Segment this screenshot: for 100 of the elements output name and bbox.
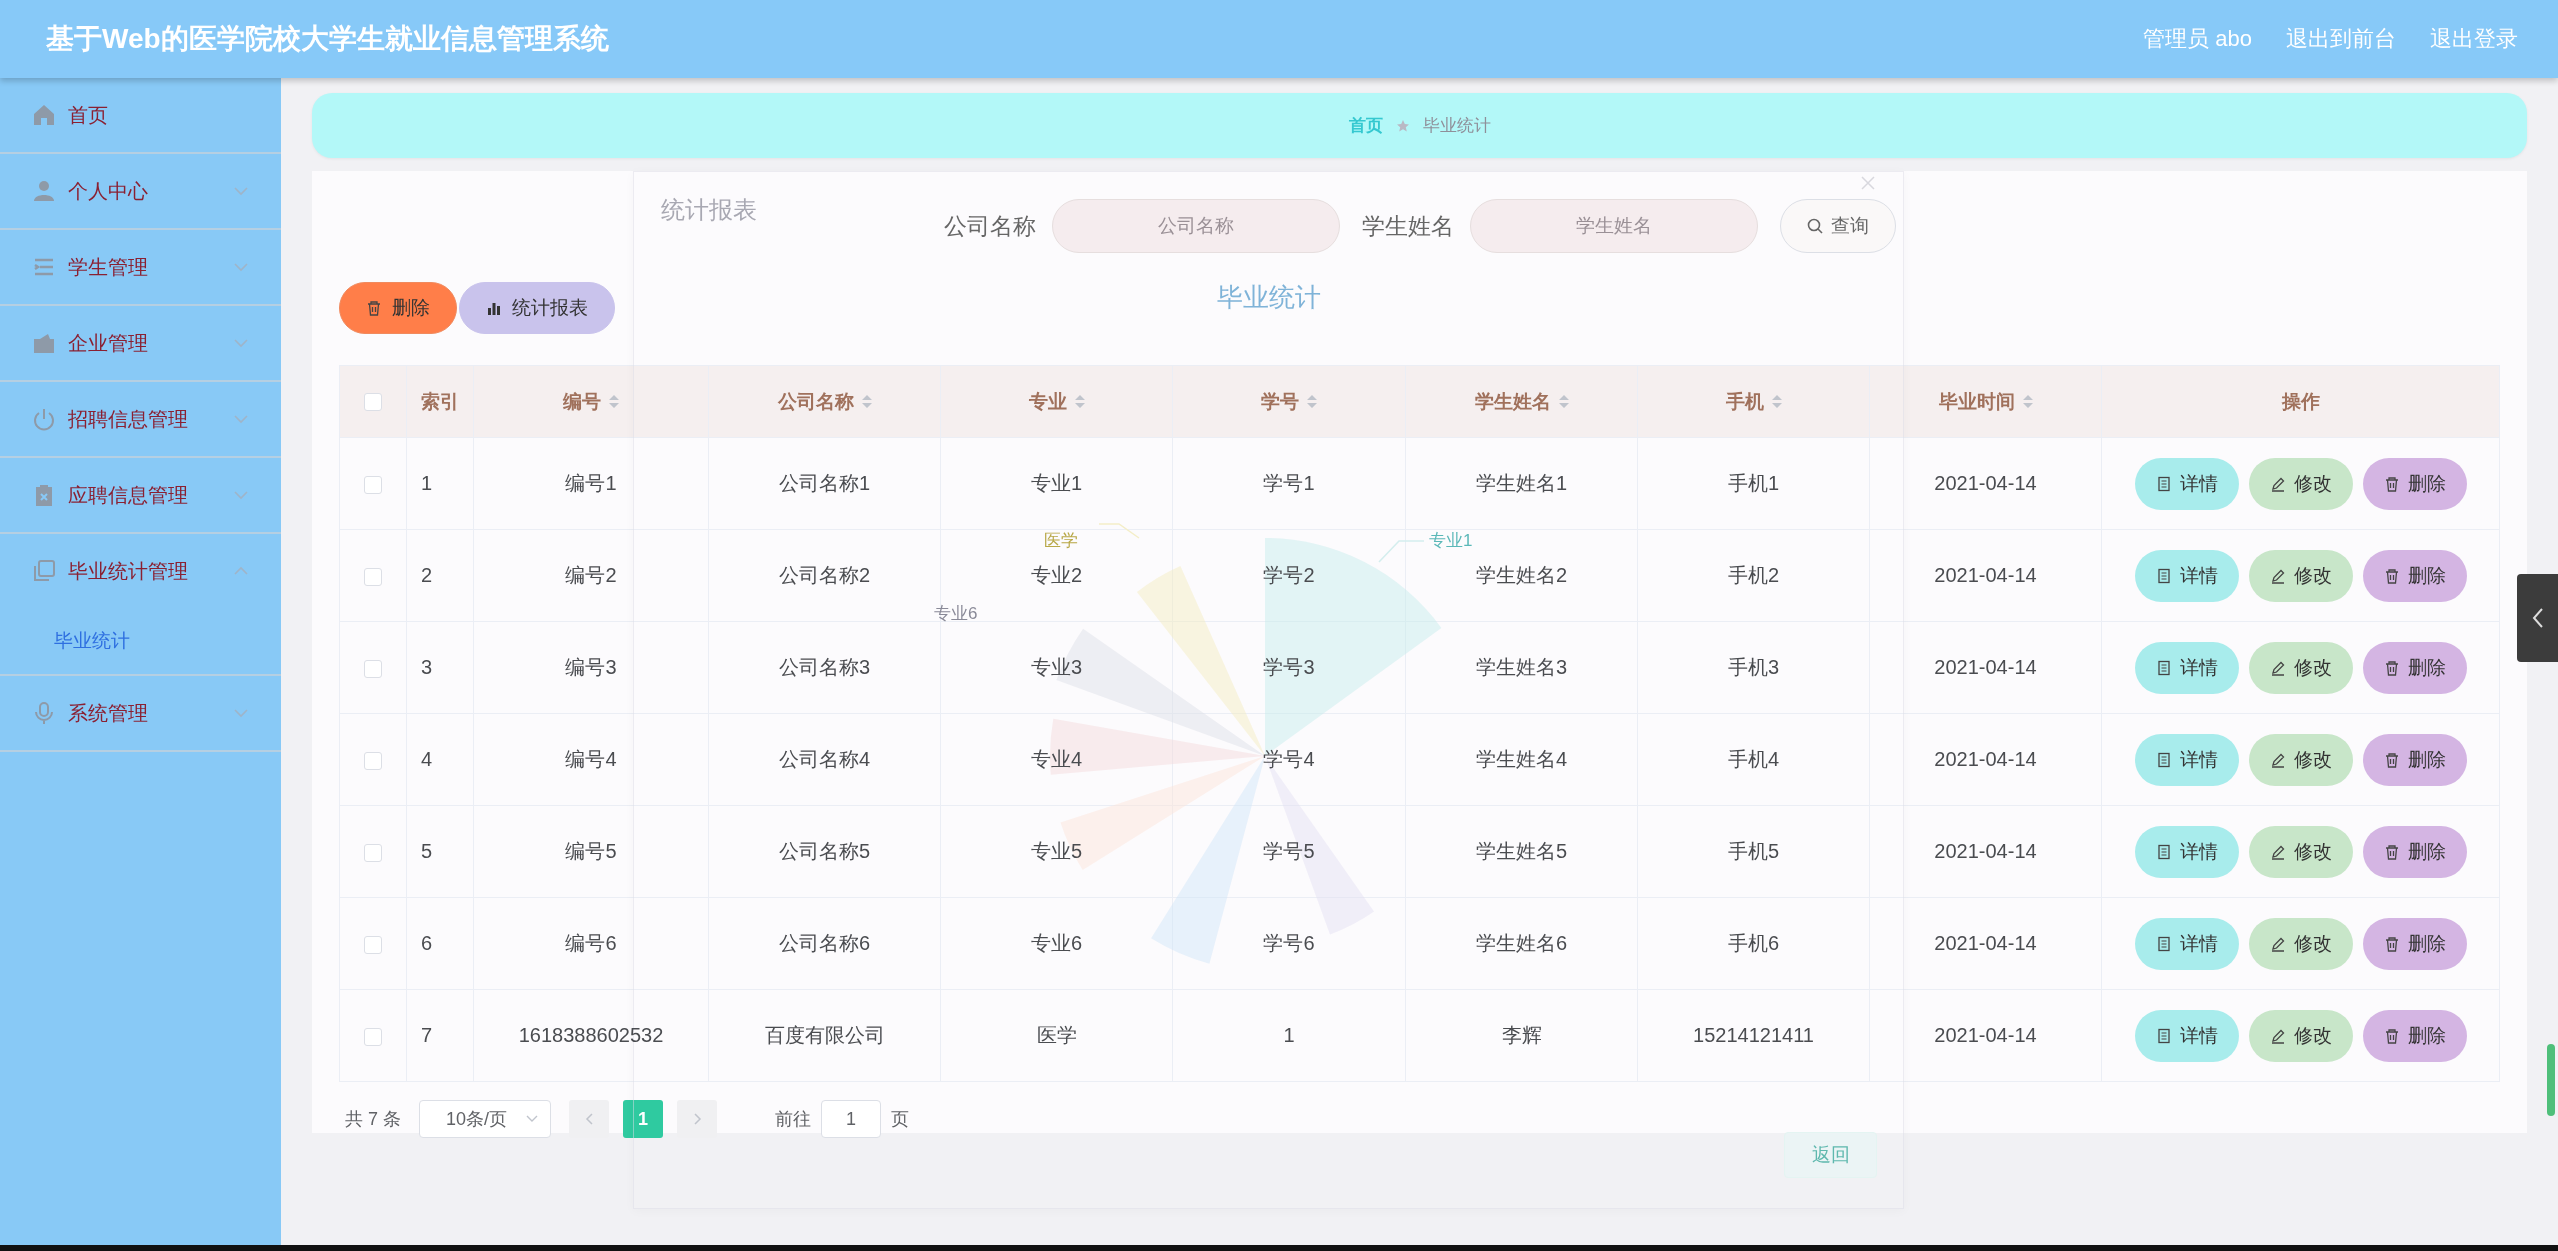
edit-button[interactable]: 修改 (2248, 457, 2353, 510)
report-button[interactable]: 统计报表 (459, 282, 615, 334)
details-button[interactable]: 详情 (2134, 457, 2239, 510)
trash-icon (366, 300, 382, 316)
sidebar-item[interactable]: 学生管理 (0, 230, 281, 304)
delete-button[interactable]: 删除 (2362, 825, 2467, 878)
delete-button[interactable]: 删除 (2362, 549, 2467, 602)
table-cell: 专业3 (1030, 656, 1083, 678)
table-cell: 2021-04-14 (1934, 656, 2037, 678)
column-header[interactable]: 专业 (1028, 388, 1085, 415)
table-cell: 编号6 (565, 932, 617, 954)
column-header[interactable]: 公司名称 (777, 388, 872, 415)
details-button[interactable]: 详情 (2134, 1009, 2239, 1062)
table-cell: 公司名称5 (778, 840, 871, 862)
pencil-icon (2269, 935, 2286, 952)
table-cell: 学号4 (1263, 748, 1315, 770)
table-cell: 公司名称3 (778, 656, 871, 678)
column-header[interactable]: 毕业时间 (1938, 388, 2033, 415)
sidebar-item[interactable]: 首页 (0, 78, 281, 152)
app-title: 基于Web的医学院校大学生就业信息管理系统 (46, 22, 609, 56)
total-count: 共 7 条 (345, 1108, 401, 1131)
details-button[interactable]: 详情 (2134, 549, 2239, 602)
chart-label: 专业1 (1429, 530, 1473, 552)
table-cell: 手机6 (1727, 932, 1780, 954)
bar-chart-icon (486, 300, 502, 316)
delete-button[interactable]: 删除 (2362, 733, 2467, 786)
table-cell: 2021-04-14 (1934, 1024, 2037, 1046)
edit-button[interactable]: 修改 (2248, 641, 2353, 694)
delete-button[interactable]: 删除 (2362, 457, 2467, 510)
checkbox[interactable] (364, 935, 382, 954)
table-cell: 学号3 (1263, 656, 1315, 678)
delete-button[interactable]: 删除 (2362, 641, 2467, 694)
edit-button[interactable]: 修改 (2248, 733, 2353, 786)
table-cell: 专业1 (1030, 472, 1083, 494)
sidebar-item[interactable]: 个人中心 (0, 154, 281, 228)
edit-button[interactable]: 修改 (2248, 825, 2353, 878)
details-button[interactable]: 详情 (2134, 641, 2239, 694)
pencil-icon (2269, 751, 2286, 768)
home-icon (32, 103, 56, 127)
power-icon (32, 407, 56, 431)
delete-button[interactable]: 删除 (2362, 1009, 2467, 1062)
column-header[interactable]: 编号 (563, 388, 619, 415)
chart-label: 医学 (1044, 530, 1078, 552)
table-cell: 学号6 (1263, 932, 1315, 954)
sidebar-item[interactable]: 应聘信息管理 (0, 458, 281, 532)
table-cell: 手机4 (1727, 748, 1780, 770)
column-header[interactable]: 手机 (1725, 388, 1782, 415)
checkbox[interactable] (364, 475, 382, 494)
pencil-icon (2269, 1027, 2286, 1044)
trash-icon (2383, 843, 2400, 860)
checkbox[interactable] (364, 1027, 382, 1046)
search-button[interactable]: 查询 (1779, 199, 1896, 253)
search-field[interactable]: 学生姓名 (1469, 199, 1758, 253)
table-cell: 学号1 (1263, 472, 1315, 494)
trash-icon (2383, 567, 2400, 584)
checkbox[interactable] (364, 567, 382, 586)
details-button[interactable]: 详情 (2134, 825, 2239, 878)
document-icon (2155, 843, 2172, 860)
wallet-icon (32, 331, 56, 355)
pencil-icon (2269, 475, 2286, 492)
scrollbar[interactable] (2547, 1044, 2555, 1116)
details-button[interactable]: 详情 (2134, 917, 2239, 970)
table-cell: 手机1 (1727, 472, 1780, 494)
edit-button[interactable]: 修改 (2248, 549, 2353, 602)
search-icon (1806, 218, 1823, 234)
table-cell: 1 (421, 472, 433, 494)
edit-button[interactable]: 修改 (2248, 1009, 2353, 1062)
column-header[interactable]: 学生姓名 (1474, 388, 1569, 415)
delete-button[interactable]: 删除 (2362, 917, 2467, 970)
table-cell: 4 (421, 748, 433, 770)
checkbox[interactable] (364, 659, 382, 678)
dialog-title: 统计报表 (661, 195, 757, 225)
table-cell: 编号4 (565, 748, 617, 770)
side-drawer-tab[interactable] (2517, 574, 2558, 662)
details-button[interactable]: 详情 (2134, 733, 2239, 786)
sidebar-item[interactable]: 系统管理 (0, 676, 281, 750)
column-header: 索引 (421, 389, 459, 414)
table-cell: 7 (421, 1024, 433, 1046)
trash-icon (2383, 751, 2400, 768)
edit-button[interactable]: 修改 (2248, 917, 2353, 970)
trash-icon (2383, 935, 2400, 952)
page-number-field[interactable]: 1 (821, 1100, 881, 1138)
checkbox[interactable] (364, 751, 382, 770)
table-cell: 手机3 (1727, 656, 1780, 678)
search-field[interactable]: 公司名称 (1051, 199, 1340, 253)
page-size-select[interactable]: 10条/页 (419, 1100, 551, 1138)
goto-label: 前往 (775, 1108, 811, 1131)
checkbox[interactable] (364, 843, 382, 862)
checkbox[interactable] (364, 393, 382, 412)
delete-button[interactable]: 删除 (339, 282, 457, 334)
table-cell: 学生姓名1 (1475, 472, 1568, 494)
table-cell: 2 (421, 564, 433, 586)
sidebar-item[interactable]: 毕业统计管理 (0, 534, 281, 608)
column-header[interactable]: 学号 (1261, 388, 1317, 415)
sidebar-item[interactable]: 招聘信息管理 (0, 382, 281, 456)
table-cell: 公司名称4 (778, 748, 871, 770)
table-cell: 专业5 (1030, 840, 1083, 862)
sidebar-item[interactable]: 企业管理 (0, 306, 281, 380)
table-cell: 1618388602532 (518, 1024, 664, 1046)
close-icon[interactable] (1861, 176, 1875, 190)
